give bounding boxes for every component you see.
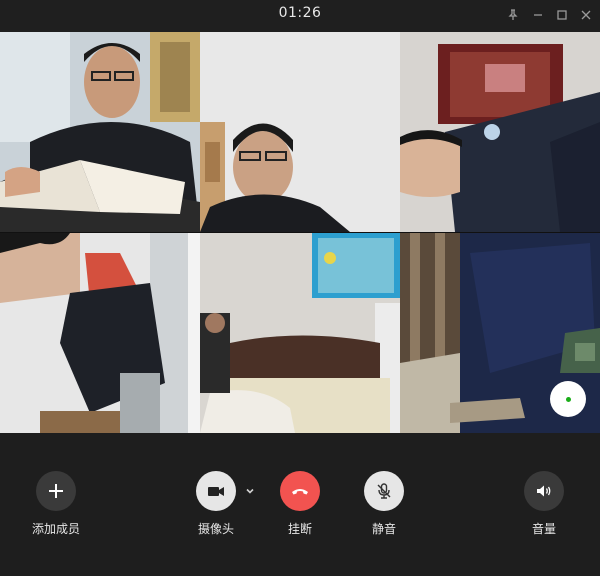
participant-video-feed — [200, 233, 400, 433]
camera-button[interactable] — [196, 471, 236, 511]
participant-video-feed — [400, 32, 600, 232]
participant-video-feed — [0, 233, 200, 433]
camera-label: 摄像头 — [197, 522, 234, 536]
participant-video-feed — [0, 32, 200, 232]
close-icon[interactable] — [575, 4, 597, 26]
status-indicator[interactable] — [550, 381, 586, 417]
camera-control: 摄像头 — [171, 471, 261, 537]
mute-label: 静音 — [371, 522, 396, 536]
mute-control: 静音 — [339, 471, 429, 537]
hangup-label: 挂断 — [287, 522, 312, 536]
participant-video[interactable] — [0, 32, 200, 232]
plus-icon — [49, 484, 63, 498]
participant-video[interactable] — [200, 32, 400, 232]
add-member-control: 添加成员 — [11, 471, 101, 537]
speaker-icon — [537, 485, 551, 497]
participant-video[interactable] — [200, 233, 400, 433]
hangup-button[interactable] — [280, 471, 320, 511]
call-controls: 添加成员 摄像头 挂断 静音 音量 — [0, 433, 600, 576]
phone-hangup-icon — [292, 489, 308, 495]
camera-icon — [208, 487, 224, 496]
participant-video-feed — [200, 32, 400, 232]
participant-video[interactable] — [400, 32, 600, 232]
hangup-control: 挂断 — [255, 471, 345, 537]
pin-icon[interactable] — [502, 4, 524, 26]
volume-control: 音量 — [499, 471, 589, 537]
minimize-icon[interactable] — [527, 4, 549, 26]
video-grid — [0, 32, 600, 433]
participant-video[interactable] — [400, 233, 600, 433]
volume-label: 音量 — [531, 522, 556, 536]
mic-off-icon — [377, 483, 391, 499]
add-member-button[interactable] — [36, 471, 76, 511]
add-member-label: 添加成员 — [31, 522, 80, 536]
participant-video[interactable] — [0, 233, 200, 433]
maximize-icon[interactable] — [551, 4, 573, 26]
mute-button[interactable] — [364, 471, 404, 511]
title-bar: 01:26 — [0, 0, 600, 32]
volume-button[interactable] — [524, 471, 564, 511]
